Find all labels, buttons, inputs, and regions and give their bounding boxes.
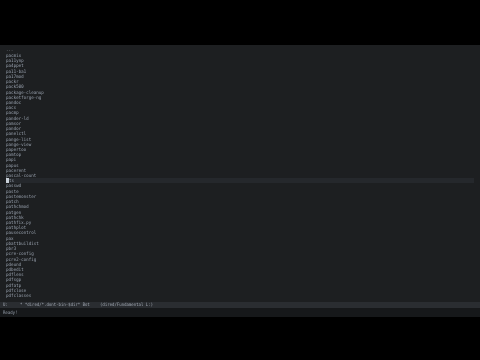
file-list[interactable]: pacmix pa11ynp pa4ppet pa11-ba1 pa17mod packr… (6, 53, 474, 298)
echo-message: Ready! (3, 310, 18, 315)
list-item-label: pdfclasses (6, 293, 32, 299)
echo-area: Ready! (0, 308, 480, 317)
list-item[interactable]: pdfclasses (6, 293, 474, 298)
editor-window[interactable]: ... pacmix pa11ynp pa4ppet pa11-ba1 pa17mod p… (0, 45, 480, 317)
buffer-header: ... (6, 47, 14, 52)
